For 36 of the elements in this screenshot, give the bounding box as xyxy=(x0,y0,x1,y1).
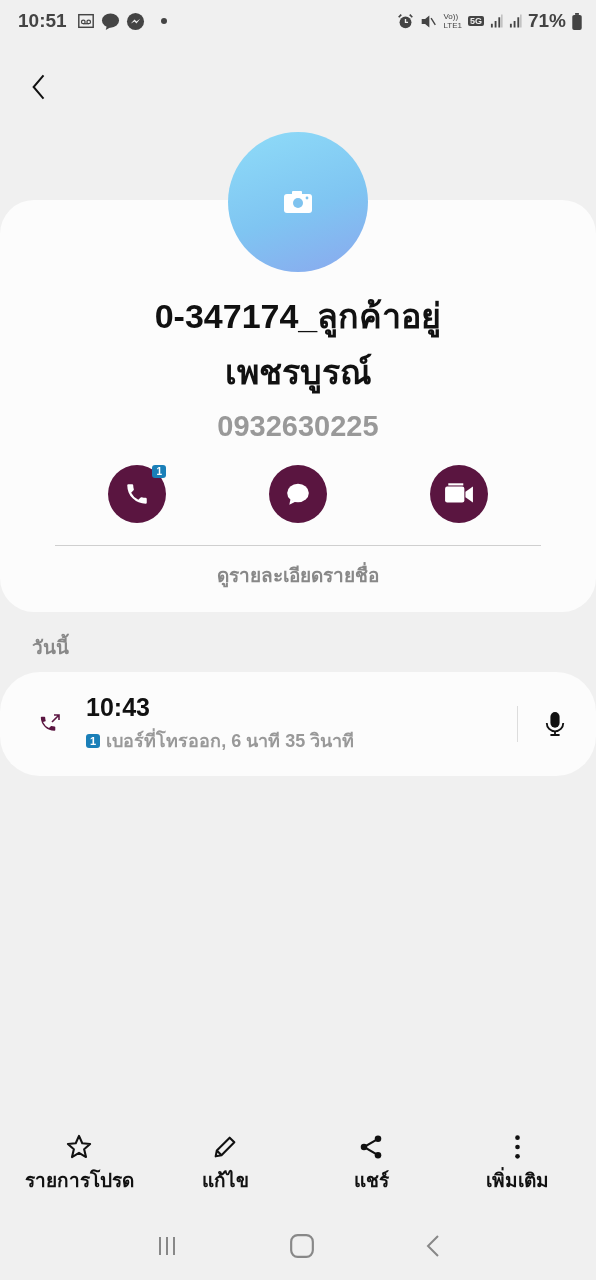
more-icon xyxy=(514,1133,520,1161)
video-camera-icon xyxy=(444,482,474,506)
chat-bubble-icon xyxy=(285,481,311,507)
call-log-entry[interactable]: 10:43 1 เบอร์ที่โทรออก, 6 นาที 35 วินาที xyxy=(0,672,596,776)
section-heading: วันนี้ xyxy=(0,612,596,672)
alarm-icon xyxy=(397,12,415,30)
call-button[interactable]: 1 xyxy=(108,465,166,523)
sim-badge: 1 xyxy=(86,733,101,748)
phone-number: 0932630225 xyxy=(217,410,379,443)
messenger-icon xyxy=(125,11,145,31)
back-nav-button[interactable] xyxy=(425,1234,441,1258)
signal-icon xyxy=(508,13,522,29)
message-button[interactable] xyxy=(269,465,327,523)
call-time: 10:43 xyxy=(86,693,151,722)
notification-dot xyxy=(160,18,167,24)
battery-icon xyxy=(572,12,582,30)
sim-badge: 1 xyxy=(152,465,166,478)
video-call-button[interactable] xyxy=(430,465,488,523)
phone-icon xyxy=(124,481,150,507)
edit-button[interactable]: แก้ไข xyxy=(155,1132,295,1212)
star-icon xyxy=(65,1133,93,1161)
contact-name: 0-347174_ลูกค้าอยู่ เพชรบูรณ์ xyxy=(98,288,498,400)
call-description: เบอร์ที่โทรออก, 6 นาที 35 วินาที xyxy=(106,726,355,755)
voicemail-icon xyxy=(76,12,95,30)
camera-icon xyxy=(283,190,313,214)
home-button[interactable] xyxy=(289,1233,315,1259)
network-indicator: 5G xyxy=(467,16,484,26)
more-button[interactable]: เพิ่มเติม xyxy=(447,1132,587,1212)
battery-percentage: 71% xyxy=(527,10,566,32)
status-time: 10:51 xyxy=(18,10,67,32)
chat-bubble-icon xyxy=(100,11,120,31)
microphone-icon[interactable] xyxy=(544,711,566,737)
share-button[interactable]: แชร์ xyxy=(301,1132,441,1212)
volte-indicator: Vo)) LTE1 xyxy=(443,12,462,30)
signal-icon xyxy=(489,13,503,29)
favorites-button[interactable]: รายการโปรด xyxy=(9,1132,149,1212)
